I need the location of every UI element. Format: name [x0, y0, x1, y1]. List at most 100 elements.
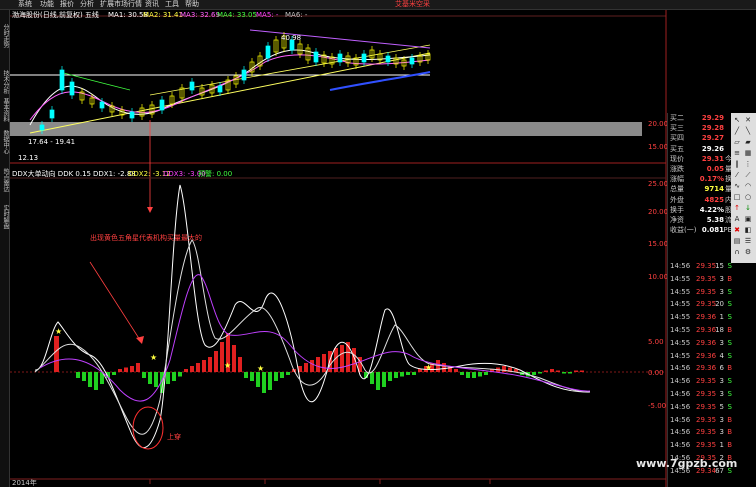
slash-tool-icon[interactable]: ⁄: [733, 171, 741, 179]
ddx-bar: [412, 372, 416, 375]
ddx-bar: [316, 357, 320, 372]
ddx-bar: [178, 372, 182, 377]
ray-tool-icon[interactable]: ╲: [744, 127, 752, 135]
quote-row: 买三 29.28: [668, 123, 732, 133]
period-tool-icon[interactable]: ⋮: [744, 160, 752, 168]
tick-price: 29.35: [696, 428, 717, 437]
candle-body: [409, 57, 415, 65]
star-marker: ★: [257, 364, 264, 373]
tick-row: 14:56 29.35 15 S: [668, 261, 732, 271]
save-tool-icon[interactable]: ▤: [733, 237, 741, 245]
tick-side: S: [727, 390, 732, 398]
ddx-bar: [184, 369, 188, 372]
quote-value: 29.29: [701, 114, 724, 122]
tick-price: 29.36: [696, 313, 717, 322]
tick-time: 14:55: [670, 338, 691, 347]
ddx-bar: [550, 369, 554, 372]
candle-body: [337, 53, 343, 63]
ddx-tick-15: 15.00: [648, 240, 669, 248]
up-arrow-tool-icon[interactable]: ↑: [733, 204, 741, 212]
cursor-tool-icon[interactable]: ↖: [733, 116, 741, 124]
tick-price: 29.35: [696, 415, 717, 424]
ddx-bars: [54, 333, 584, 393]
quote-label: 买五: [670, 144, 684, 153]
ddx-bar: [544, 370, 548, 372]
text-tool-icon[interactable]: A: [733, 215, 741, 223]
ma6-label: MA6: -: [285, 11, 308, 19]
tick-price: 29.35: [696, 377, 717, 386]
tick-price: 29.36: [696, 326, 717, 334]
candle-body: [99, 101, 105, 109]
star-marker: ★: [224, 361, 231, 370]
price-scale-15: 15.00: [648, 143, 669, 151]
line-tool-icon[interactable]: ╱: [733, 127, 741, 135]
tick-price: 29.36: [696, 338, 717, 347]
tick-side: B: [727, 364, 732, 373]
tick-row: 14:55 29.35 3 B: [668, 274, 732, 284]
rect-tool-icon[interactable]: □: [733, 193, 741, 201]
gann-tool-icon[interactable]: ⟋: [744, 171, 752, 179]
star-marker: ★: [55, 327, 62, 336]
ddx-bar: [166, 372, 170, 384]
wave-tool-icon[interactable]: ∿: [733, 182, 741, 190]
ddx-bar: [454, 369, 458, 372]
quote-value: 29.31: [701, 154, 724, 163]
circle-tool-icon[interactable]: ○: [744, 193, 752, 201]
star-marker: ★: [425, 363, 432, 372]
tick-time: 14:56: [670, 441, 691, 450]
ddx-bar: [568, 372, 572, 374]
arc-tool-icon[interactable]: ◠: [744, 182, 752, 190]
grid-tool-icon[interactable]: ▦: [744, 149, 752, 157]
tick-price: 29.35: [696, 441, 717, 450]
quote-label: 净资: [670, 216, 684, 224]
ddx-bar: [442, 363, 446, 372]
ddx-bar: [136, 363, 140, 372]
candle-body: [189, 81, 195, 91]
tick-volume: 3: [719, 338, 724, 347]
quote-value: 29.26: [701, 144, 724, 153]
ddx-bar: [370, 372, 374, 384]
ddx-bar: [112, 372, 116, 375]
parallel-tool-icon[interactable]: ▰: [744, 138, 752, 146]
quote-row: 现价 29.31 今: [668, 154, 732, 164]
quote-panel: 买二 29.29 买三 29.28 买四 29.27 买五 29.26 现价 29.31 今涨跌 0.…: [667, 113, 732, 487]
fib-tool-icon[interactable]: ≡: [733, 149, 741, 157]
tick-time: 14:56: [670, 262, 691, 270]
magnet-tool-icon[interactable]: ∩: [733, 248, 741, 256]
candle-body: [265, 45, 271, 59]
lock-tool-icon[interactable]: ▣: [744, 215, 752, 223]
bars-tool-icon[interactable]: ‖: [733, 160, 741, 168]
tick-price: 29.35: [696, 402, 717, 411]
ddx-bar: [268, 372, 272, 390]
ma1-label: MA1: 30.58: [108, 11, 148, 19]
delete-tool-icon[interactable]: ✖: [733, 226, 741, 234]
channel-tool-icon[interactable]: ▱: [733, 138, 741, 146]
ddx-bar: [286, 372, 290, 375]
tick-side: S: [727, 300, 732, 309]
select-tool-icon[interactable]: ✕: [744, 116, 752, 124]
ddx-bar: [262, 372, 266, 393]
quote-label: 换手: [670, 205, 684, 214]
ddx-tick-neg5: -5.00: [648, 402, 667, 410]
tick-time: 14:56: [670, 402, 691, 411]
quote-label: 买二: [670, 114, 684, 122]
down-arrow-tool-icon[interactable]: ↓: [744, 204, 752, 212]
ddx-bar: [436, 360, 440, 372]
ddx-bar: [82, 372, 86, 381]
tick-volume: 3: [719, 428, 724, 437]
highlight-band: [10, 122, 642, 136]
tick-volume: 4: [719, 351, 724, 360]
ddx-bar: [280, 372, 284, 378]
quote-row: 换手 4.22% 股: [668, 205, 732, 215]
ddx-bar: [502, 366, 506, 372]
ddx-bar: [172, 372, 176, 381]
quote-value: 9714: [704, 185, 724, 194]
ddx-bar: [208, 357, 212, 372]
ddx-bar: [322, 354, 326, 372]
tick-row: 14:56 29.35 5 S: [668, 402, 732, 412]
list-tool-icon[interactable]: ☰: [744, 237, 752, 245]
candle-body: [241, 69, 247, 81]
tick-row: 14:56 29.35 1 B: [668, 440, 732, 450]
settings-tool-icon[interactable]: ⚙: [744, 248, 752, 256]
hide-tool-icon[interactable]: ◧: [744, 226, 752, 234]
